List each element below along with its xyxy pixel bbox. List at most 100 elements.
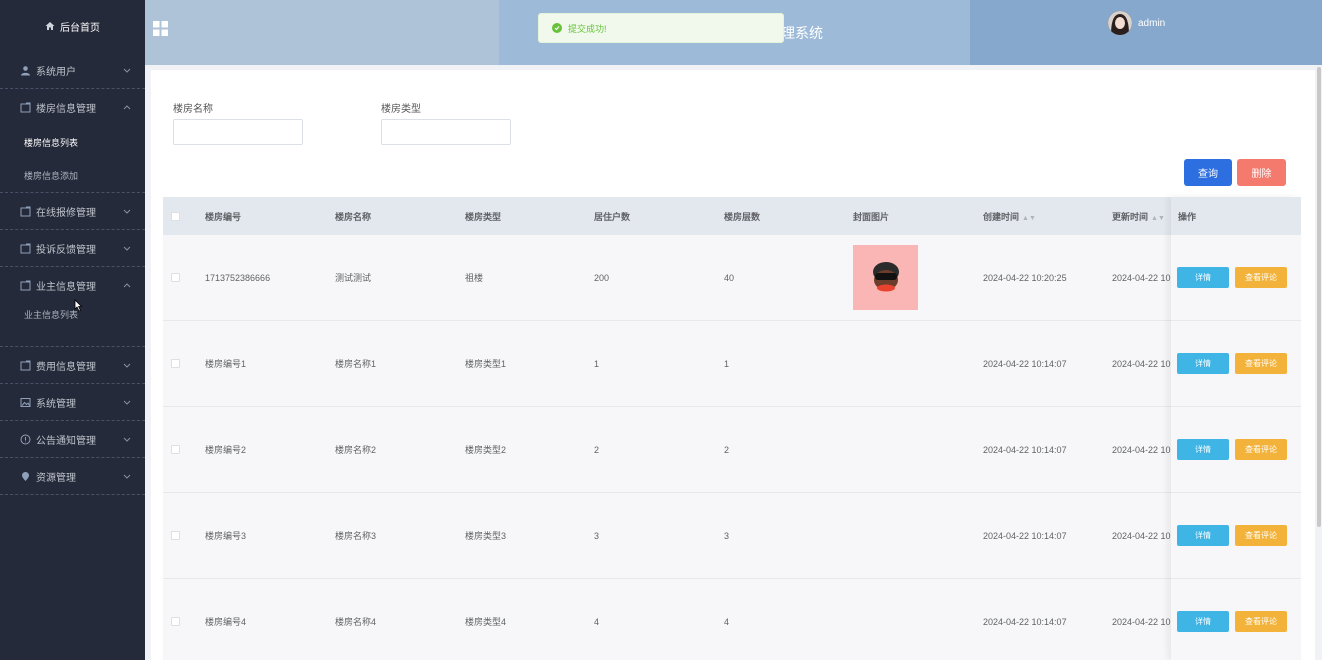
building-name-input[interactable] — [173, 119, 303, 145]
row-checkbox[interactable] — [171, 273, 180, 282]
sidebar-item-building-list[interactable]: 楼房信息列表 — [0, 126, 145, 159]
row-checkbox[interactable] — [171, 617, 180, 626]
cell-name: 楼房名称4 — [335, 617, 377, 627]
cell-type: 楼房类型1 — [465, 359, 507, 369]
toast-message: 提交成功! — [568, 23, 607, 34]
table-row: 楼房编号3 楼房名称3 楼房类型3 3 3 2024-04-22 10:14:0… — [163, 493, 1301, 579]
cell-actions: 详情 查看评论 — [1171, 353, 1301, 374]
detail-button[interactable]: 详情 — [1177, 439, 1229, 460]
view-review-button[interactable]: 查看评论 — [1235, 267, 1287, 288]
app-title: 理系统 — [781, 25, 823, 41]
sidebar-menu-building[interactable]: 楼房信息管理 — [0, 89, 145, 126]
detail-button[interactable]: 详情 — [1177, 611, 1229, 632]
delete-button[interactable]: 删除 — [1237, 159, 1286, 186]
sidebar-menu-label: 公告通知管理 — [36, 435, 96, 447]
building-type-label: 楼房类型 — [381, 104, 421, 115]
select-all-checkbox[interactable] — [171, 211, 180, 221]
sidebar-group-owner: 业主信息管理 业主信息列表 — [0, 267, 145, 347]
cell-updated: 2024-04-22 10 — [1112, 272, 1171, 283]
sidebar-menu-notice[interactable]: 公告通知管理 — [0, 421, 145, 458]
cell-actions: 详情 查看评论 — [1171, 611, 1301, 632]
home-icon — [45, 22, 55, 30]
sidebar-menu-label: 系统管理 — [36, 398, 76, 410]
table-header: 楼房编号 楼房名称 楼房类型 居住户数 楼房层数 封面图片 创建时间 ▲▼ 更新时… — [163, 197, 1301, 235]
detail-button[interactable]: 详情 — [1177, 525, 1229, 546]
cell-id: 楼房编号2 — [205, 445, 247, 455]
cell-name: 楼房名称2 — [335, 445, 377, 455]
col-header-actions: 操作 — [1178, 211, 1197, 222]
cover-image[interactable] — [853, 245, 918, 310]
cell-floors: 3 — [724, 530, 730, 541]
cell-name: 楼房名称1 — [335, 359, 377, 369]
mouse-cursor-icon — [74, 299, 83, 312]
sidebar-menu-complaint[interactable]: 投诉反馈管理 — [0, 230, 145, 267]
col-header-floors: 楼房层数 — [724, 211, 761, 222]
col-header-updated[interactable]: 更新时间 ▲▼ — [1112, 210, 1172, 223]
table-row: 楼房编号1 楼房名称1 楼房类型1 1 1 2024-04-22 10:14:0… — [163, 321, 1301, 407]
sidebar-menu-label: 资源管理 — [36, 472, 76, 484]
row-checkbox[interactable] — [171, 445, 180, 454]
query-button[interactable]: 查询 — [1184, 159, 1232, 186]
cell-created: 2024-04-22 10:14:07 — [983, 616, 1067, 627]
sidebar-menu-label: 业主信息管理 — [36, 282, 96, 293]
grid-menu-icon[interactable] — [153, 21, 168, 36]
sidebar-menu-owner[interactable]: 业主信息管理 — [0, 267, 145, 304]
view-review-button[interactable]: 查看评论 — [1235, 353, 1287, 374]
cell-created: 2024-04-22 10:14:07 — [983, 444, 1067, 455]
cell-name: 楼房名称3 — [335, 531, 377, 541]
sort-icon[interactable]: ▲▼ — [1022, 215, 1036, 222]
sidebar-home[interactable]: 后台首页 — [0, 0, 145, 52]
col-header-created[interactable]: 创建时间 ▲▼ — [983, 210, 1112, 223]
sort-icon[interactable]: ▲▼ — [1151, 215, 1165, 222]
sidebar-menu-users[interactable]: 系统用户 — [0, 52, 145, 89]
cell-updated: 2024-04-22 10 — [1112, 444, 1171, 455]
cell-created: 2024-04-22 10:14:07 — [983, 358, 1067, 369]
cell-households: 1 — [594, 358, 600, 369]
sidebar: 后台首页 系统用户 楼房信息管理 楼房信息列表 楼房信息添加 在线报修管理 投诉… — [0, 0, 145, 660]
view-review-button[interactable]: 查看评论 — [1235, 525, 1287, 546]
cell-created: 2024-04-22 10:20:25 — [983, 272, 1067, 283]
sidebar-menu-label: 在线报修管理 — [36, 207, 96, 219]
chevron-down-icon — [123, 437, 131, 442]
row-checkbox-cell — [163, 617, 205, 626]
table-row: 1713752386666 测试测试 祖楼 200 40 2024-04-22 … — [163, 235, 1301, 321]
cell-id: 楼房编号1 — [205, 359, 247, 369]
sidebar-menu-resource[interactable]: 资源管理 — [0, 458, 145, 495]
chevron-down-icon — [123, 209, 131, 214]
chevron-down-icon — [123, 400, 131, 405]
avatar[interactable] — [1108, 11, 1132, 35]
cell-updated: 2024-04-22 10 — [1112, 358, 1171, 369]
page-scrollbar[interactable] — [1317, 67, 1321, 527]
table-row: 楼房编号4 楼房名称4 楼房类型4 4 4 2024-04-22 10:14:0… — [163, 579, 1301, 660]
row-checkbox[interactable] — [171, 531, 180, 540]
detail-button[interactable]: 详情 — [1177, 267, 1229, 288]
building-type-input[interactable] — [381, 119, 511, 145]
row-checkbox[interactable] — [171, 359, 180, 368]
sidebar-item-owner-list[interactable]: 业主信息列表 — [0, 304, 145, 346]
sidebar-menu-system[interactable]: 系统管理 — [0, 384, 145, 421]
cell-actions: 详情 查看评论 — [1171, 439, 1301, 460]
pin-icon — [22, 471, 29, 481]
avatar-image — [1108, 11, 1132, 35]
cell-actions: 详情 查看评论 — [1171, 525, 1301, 546]
detail-button[interactable]: 详情 — [1177, 353, 1229, 374]
sidebar-item-building-add[interactable]: 楼房信息添加 — [0, 159, 145, 192]
view-review-button[interactable]: 查看评论 — [1235, 439, 1287, 460]
col-header-type: 楼房类型 — [465, 211, 502, 222]
sidebar-home-label: 后台首页 — [60, 22, 100, 34]
chevron-up-icon — [123, 282, 131, 287]
username[interactable]: admin — [1138, 18, 1165, 29]
row-checkbox-cell — [163, 531, 205, 540]
sidebar-menu-fee[interactable]: 费用信息管理 — [0, 347, 145, 384]
folder-icon — [20, 360, 31, 370]
view-review-button[interactable]: 查看评论 — [1235, 611, 1287, 632]
cell-cover — [853, 245, 983, 310]
sidebar-group-building: 楼房信息管理 楼房信息列表 楼房信息添加 — [0, 89, 145, 193]
chevron-down-icon — [123, 246, 131, 251]
monkey-face-icon — [872, 261, 899, 291]
cell-households: 4 — [594, 616, 600, 627]
folder-icon — [20, 243, 31, 253]
chevron-up-icon — [123, 104, 131, 109]
sidebar-menu-label: 费用信息管理 — [36, 361, 96, 373]
sidebar-menu-repair[interactable]: 在线报修管理 — [0, 193, 145, 230]
